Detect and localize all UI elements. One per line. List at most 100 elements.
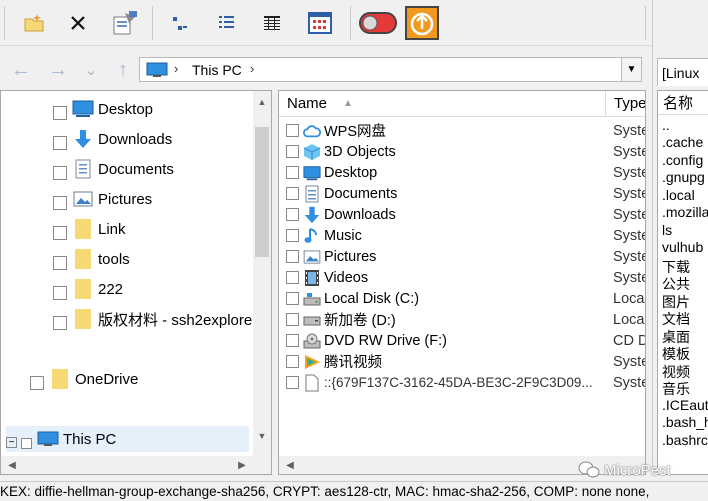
tree-item-downloads[interactable]: Downloads: [53, 126, 172, 152]
file-row[interactable]: ::{679F137C-3162-45DA-BE3C-2F9C3D09... S…: [279, 372, 646, 393]
checkbox[interactable]: [286, 187, 299, 200]
scroll-thumb[interactable]: [255, 127, 269, 257]
checkbox[interactable]: [286, 355, 299, 368]
delete-button[interactable]: [61, 6, 95, 40]
tree-item-onedrive[interactable]: OneDrive: [30, 366, 138, 392]
scroll-left-arrow[interactable]: ◀: [281, 456, 299, 474]
column-header-name[interactable]: Name ▲: [279, 91, 606, 117]
tree-vertical-scrollbar[interactable]: ▲ ▼: [253, 91, 271, 456]
checkbox[interactable]: [286, 229, 299, 242]
tree-item-pictures[interactable]: Pictures: [53, 186, 152, 212]
checkbox[interactable]: [286, 145, 299, 158]
videos-icon: [303, 269, 321, 287]
breadcrumb-chevron[interactable]: ›: [250, 61, 254, 76]
checkbox[interactable]: [53, 106, 67, 120]
thumbnails-view-button[interactable]: [303, 6, 337, 40]
checkbox[interactable]: [286, 124, 299, 137]
scroll-up-arrow[interactable]: ▲: [253, 93, 271, 111]
checkbox[interactable]: [53, 256, 67, 270]
tree-item-documents[interactable]: Documents: [53, 156, 174, 182]
checkbox[interactable]: [286, 271, 299, 284]
folder-icon: [72, 308, 94, 330]
file-row[interactable]: DVD RW Drive (F:) CD D: [279, 330, 645, 351]
checkbox[interactable]: [53, 226, 67, 240]
list-item[interactable]: .mozilla: [662, 204, 708, 220]
file-row[interactable]: Music Syste: [279, 225, 645, 246]
tree-horizontal-scrollbar[interactable]: ◀ ▶: [1, 456, 271, 474]
file-type: Syste: [613, 374, 646, 391]
collapse-icon[interactable]: −: [6, 436, 17, 448]
checkbox[interactable]: [286, 250, 299, 263]
breadcrumb-this-pc[interactable]: This PC: [192, 62, 242, 78]
checkbox[interactable]: [53, 196, 67, 210]
scroll-down-arrow[interactable]: ▼: [253, 427, 271, 445]
checkbox[interactable]: [53, 166, 67, 180]
folder-icon: [72, 218, 94, 240]
tree-item-this-pc[interactable]: − This PC: [6, 426, 249, 452]
list-item[interactable]: .config: [662, 152, 703, 168]
list-item[interactable]: 公共: [662, 274, 690, 294]
list-item[interactable]: 模板: [662, 344, 690, 364]
tree-item-link[interactable]: Link: [53, 216, 126, 242]
file-row[interactable]: 3D Objects Syste: [279, 141, 645, 162]
tree-item-label: tools: [98, 250, 130, 268]
toggle-button[interactable]: [358, 6, 398, 40]
upload-button[interactable]: [405, 6, 439, 40]
list-item[interactable]: .ICEauth: [662, 397, 708, 413]
file-name: 新加卷 (D:): [324, 313, 396, 329]
column-header-name[interactable]: 名称: [658, 91, 708, 115]
details-view-button[interactable]: [255, 6, 289, 40]
checkbox[interactable]: [286, 376, 299, 389]
back-button[interactable]: ←: [10, 59, 32, 81]
checkbox[interactable]: [286, 292, 299, 305]
list-item[interactable]: .cache: [662, 134, 703, 150]
scroll-right-arrow[interactable]: ▶: [233, 456, 251, 474]
properties-button[interactable]: [108, 6, 142, 40]
tab-linux[interactable]: [Linux: [657, 58, 708, 86]
tree-item-tools[interactable]: tools: [53, 246, 130, 272]
up-button[interactable]: ↑: [112, 59, 134, 81]
checkbox[interactable]: [286, 208, 299, 221]
checkbox[interactable]: [21, 437, 32, 449]
file-type: Syste: [613, 353, 646, 370]
checkbox[interactable]: [286, 166, 299, 179]
checkbox[interactable]: [30, 376, 44, 390]
checkbox[interactable]: [286, 313, 299, 326]
list-item[interactable]: 音乐: [662, 379, 690, 399]
small-icons-button[interactable]: [163, 6, 197, 40]
list-view-button[interactable]: [210, 6, 244, 40]
list-item[interactable]: .bashrc: [662, 432, 708, 448]
file-row[interactable]: WPS网盘 Syste: [279, 120, 645, 141]
file-row[interactable]: Documents Syste: [279, 183, 645, 204]
new-folder-button[interactable]: [17, 6, 51, 40]
list-item[interactable]: 文档: [662, 309, 690, 329]
file-row[interactable]: Videos Syste: [279, 267, 645, 288]
file-row[interactable]: Desktop Syste: [279, 162, 645, 183]
tree-item-copyright-materials[interactable]: 版权材料 - ssh2explore: [53, 306, 252, 332]
file-row[interactable]: Local Disk (C:) Loca: [279, 288, 645, 309]
list-item[interactable]: .bash_h: [662, 414, 708, 430]
tree-item-222[interactable]: 222: [53, 276, 123, 302]
file-row[interactable]: Downloads Syste: [279, 204, 645, 225]
address-dropdown-button[interactable]: ▼: [621, 58, 641, 81]
checkbox[interactable]: [53, 136, 67, 150]
forward-button[interactable]: →: [47, 59, 69, 81]
address-box[interactable]: › This PC › ▼: [139, 57, 642, 82]
file-row[interactable]: 腾讯视频 Syste: [279, 351, 646, 372]
column-header-type[interactable]: Type: [606, 91, 645, 117]
list-item[interactable]: .gnupg: [662, 169, 705, 185]
toolbar-separator: [152, 6, 153, 40]
list-item[interactable]: ls: [662, 222, 672, 238]
pictures-icon: [303, 248, 321, 266]
checkbox[interactable]: [53, 286, 67, 300]
checkbox[interactable]: [286, 334, 299, 347]
list-item[interactable]: ..: [662, 117, 670, 133]
recent-dropdown[interactable]: ⌄: [80, 59, 102, 81]
file-row[interactable]: Pictures Syste: [279, 246, 645, 267]
checkbox[interactable]: [53, 316, 67, 330]
file-row[interactable]: 新加卷 (D:) Loca: [279, 309, 645, 330]
scroll-left-arrow[interactable]: ◀: [3, 456, 21, 474]
list-item[interactable]: vulhub: [662, 239, 703, 255]
list-item[interactable]: .local: [662, 187, 695, 203]
tree-item-desktop[interactable]: Desktop: [53, 96, 153, 122]
